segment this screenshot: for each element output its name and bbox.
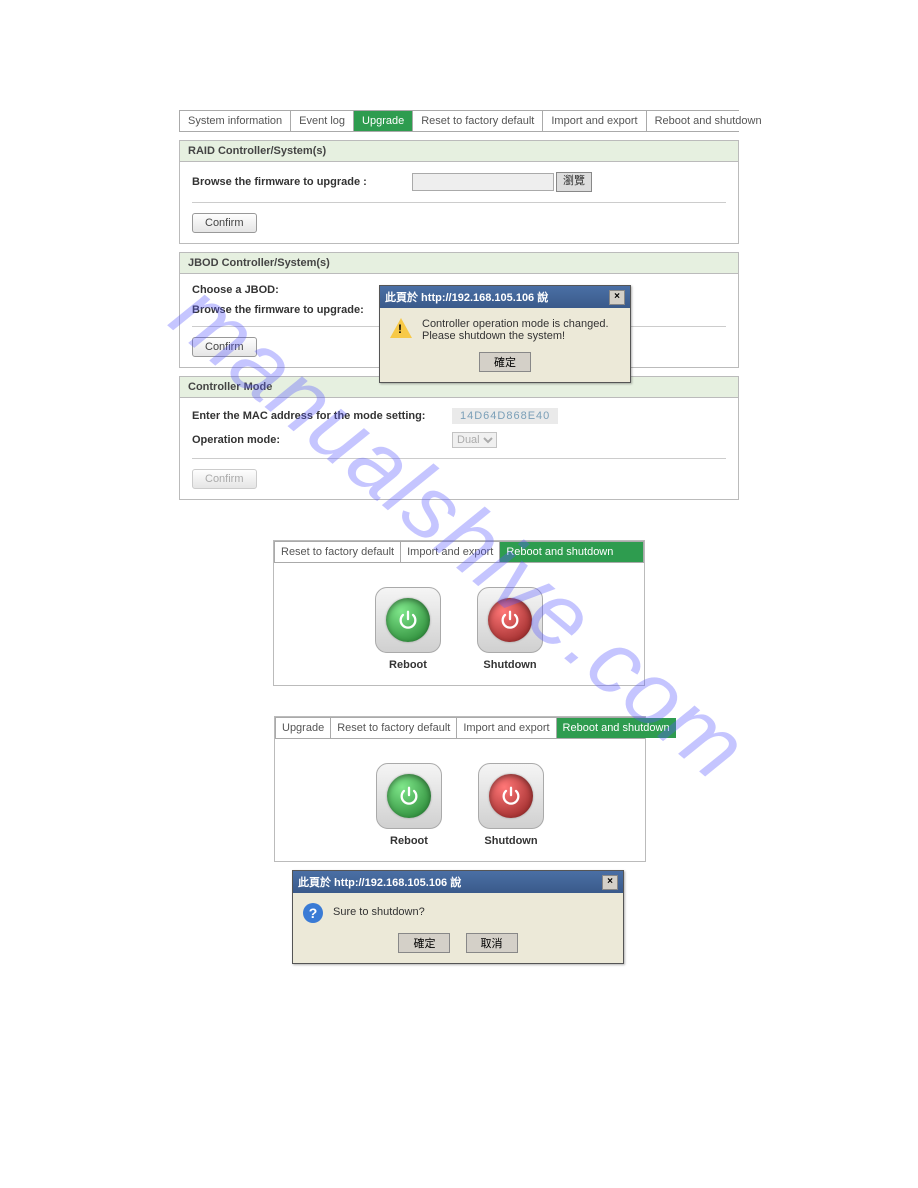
power-icon bbox=[489, 774, 533, 818]
raid-panel-title: RAID Controller/System(s) bbox=[180, 141, 738, 162]
mac-label: Enter the MAC address for the mode setti… bbox=[192, 410, 452, 422]
reboot-label: Reboot bbox=[390, 835, 428, 847]
tab-reboot-shutdown[interactable]: Reboot and shutdown bbox=[647, 111, 770, 131]
power-icon bbox=[387, 774, 431, 818]
reboot-shutdown-screen-confirm: Upgrade Reset to factory default Import … bbox=[274, 716, 646, 862]
dialog-title: 此頁於 http://192.168.105.106 說 bbox=[385, 289, 548, 305]
dialog-message-2: Please shutdown the system! bbox=[422, 330, 609, 342]
divider bbox=[192, 458, 726, 459]
mode-changed-dialog: 此頁於 http://192.168.105.106 說 × Controlle… bbox=[379, 285, 631, 383]
main-tabbar: System information Event log Upgrade Res… bbox=[179, 110, 739, 132]
tab-import-export[interactable]: Import and export bbox=[543, 111, 646, 131]
s3-tabbar: Upgrade Reset to factory default Import … bbox=[275, 717, 645, 739]
tab-upgrade-3[interactable]: Upgrade bbox=[276, 718, 331, 738]
power-icon bbox=[488, 598, 532, 642]
jbod-panel-title: JBOD Controller/System(s) bbox=[180, 253, 738, 274]
shutdown-confirm-dialog: 此頁於 http://192.168.105.106 說 × ? Sure to… bbox=[292, 870, 624, 964]
tab-reset[interactable]: Reset to factory default bbox=[413, 111, 543, 131]
close-icon[interactable]: × bbox=[602, 875, 618, 890]
tab-reboot-shutdown-3[interactable]: Reboot and shutdown bbox=[557, 718, 676, 738]
shutdown-label: Shutdown bbox=[483, 659, 536, 671]
raid-file-input[interactable] bbox=[412, 173, 554, 191]
reboot-button[interactable] bbox=[376, 763, 442, 829]
shutdown-label: Shutdown bbox=[484, 835, 537, 847]
power-icon bbox=[386, 598, 430, 642]
reboot-shutdown-screen: Reset to factory default Import and expo… bbox=[273, 540, 645, 686]
tab-import-export-3[interactable]: Import and export bbox=[457, 718, 556, 738]
dialog-ok-button[interactable]: 確定 bbox=[398, 933, 450, 953]
controller-mode-confirm-button[interactable]: Confirm bbox=[192, 469, 257, 489]
tab-system-information[interactable]: System information bbox=[180, 111, 291, 131]
warning-icon bbox=[390, 318, 412, 338]
raid-browse-label: Browse the firmware to upgrade : bbox=[192, 176, 412, 188]
dialog-ok-button[interactable]: 確定 bbox=[479, 352, 531, 372]
shutdown-button[interactable] bbox=[477, 587, 543, 653]
dialog-message-1: Controller operation mode is changed. bbox=[422, 318, 609, 330]
reboot-label: Reboot bbox=[389, 659, 427, 671]
dialog-message: Sure to shutdown? bbox=[333, 903, 425, 923]
question-icon: ? bbox=[303, 903, 323, 923]
close-icon[interactable]: × bbox=[609, 290, 625, 305]
tab-import-export-2[interactable]: Import and export bbox=[401, 542, 500, 562]
dialog-title: 此頁於 http://192.168.105.106 說 bbox=[298, 874, 461, 890]
tab-reset-3[interactable]: Reset to factory default bbox=[331, 718, 457, 738]
tab-reboot-shutdown-2[interactable]: Reboot and shutdown bbox=[500, 542, 643, 562]
tab-event-log[interactable]: Event log bbox=[291, 111, 354, 131]
shutdown-button[interactable] bbox=[478, 763, 544, 829]
mac-value: 14D64D868E40 bbox=[452, 408, 558, 424]
tab-upgrade[interactable]: Upgrade bbox=[354, 111, 413, 131]
tab-reset-2[interactable]: Reset to factory default bbox=[275, 542, 401, 562]
operation-mode-label: Operation mode: bbox=[192, 434, 452, 446]
reboot-button[interactable] bbox=[375, 587, 441, 653]
divider bbox=[192, 202, 726, 203]
s2-tabbar: Reset to factory default Import and expo… bbox=[274, 541, 644, 563]
controller-mode-panel: Controller Mode Enter the MAC address fo… bbox=[179, 376, 739, 500]
raid-browse-button[interactable]: 瀏覽 bbox=[556, 172, 592, 192]
jbod-confirm-button[interactable]: Confirm bbox=[192, 337, 257, 357]
upgrade-screen: System information Event log Upgrade Res… bbox=[179, 110, 739, 500]
raid-confirm-button[interactable]: Confirm bbox=[192, 213, 257, 233]
dialog-cancel-button[interactable]: 取消 bbox=[466, 933, 518, 953]
operation-mode-select[interactable]: Dual bbox=[452, 432, 497, 448]
raid-panel: RAID Controller/System(s) Browse the fir… bbox=[179, 140, 739, 244]
